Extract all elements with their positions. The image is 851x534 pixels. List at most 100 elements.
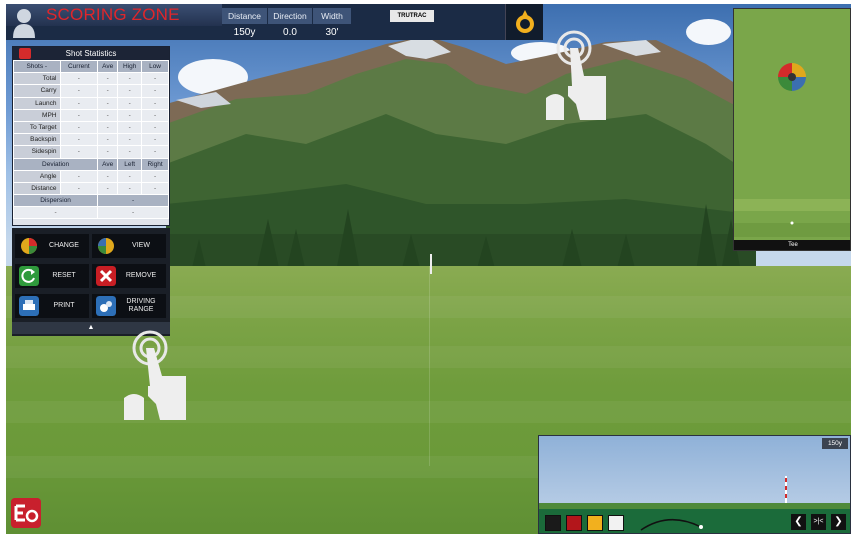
print-button[interactable]: PRINT [15,294,89,318]
row-label: To Target [13,120,61,135]
remove-label: REMOVE [125,272,157,279]
distance-value[interactable]: 150y [222,25,267,41]
control-buttons-panel: CHANGE VIEW RESET REMOVE PRINT DRIVING R… [12,228,170,336]
cell: - [12,206,99,220]
reset-icon [19,266,39,286]
table-row: Carry - - - - [13,84,169,98]
color-swatch-white[interactable] [608,515,624,531]
cell: - [141,120,169,135]
tap-gesture-icon [124,330,186,420]
tap-gesture-icon [546,30,606,120]
color-swatch-red[interactable] [566,515,582,531]
change-button[interactable]: CHANGE [15,234,89,258]
trajectory-panel: 150y ❮ >|< ❯ [538,435,851,534]
cell: - [117,72,143,86]
remove-icon [96,266,116,286]
row-label: Distance [13,181,61,196]
table-row: Launch - - - - [13,96,169,110]
shots-dropdown[interactable]: Shots - [13,59,61,74]
cell: - [59,96,99,110]
minimap-label: Tee [734,240,850,250]
dispersion-header: Dispersion [12,194,99,208]
compass-button[interactable] [505,4,543,40]
col-header: Ave [97,59,119,74]
cell: - [97,169,119,183]
remove-button[interactable]: REMOVE [92,264,166,288]
target-flag-icon [430,254,432,274]
hole-minimap[interactable]: Tee [733,8,851,251]
col-header: Current [59,59,99,74]
stats-title: Shot Statistics [65,49,117,58]
minimap-view [734,9,850,250]
shot-statistics-panel: Shot Statistics Shots - Current Ave High… [12,46,170,226]
row-label: MPH [13,108,61,122]
cell: - [117,84,143,98]
view-label: VIEW [132,242,150,249]
table-row: Angle - - - - [13,169,169,183]
cell: - [117,120,143,135]
table-row: Backspin - - - - [13,133,169,147]
cell: - [59,145,99,159]
cell: - [141,181,169,196]
reset-button[interactable]: RESET [15,264,89,288]
deviation-header: Deviation [12,157,99,171]
row-label: Total [13,72,61,86]
width-value[interactable]: 30' [313,25,351,41]
distance-label: Distance [222,8,267,24]
col-header: Left [117,157,143,171]
view-button[interactable]: VIEW [92,234,166,258]
trutrac-badge: TRUTRAC [390,10,434,22]
cell: - [59,120,99,135]
cell: - [117,181,143,196]
cell: - [97,206,169,220]
stats-header: Shot Statistics [13,47,169,60]
trajectory-distance: 150y [822,438,848,449]
change-icon [21,238,37,254]
cell: - [117,133,143,147]
reset-label: RESET [52,272,76,279]
row-label: Carry [13,84,61,98]
prev-shot-button[interactable]: ❮ [791,514,806,530]
stats-logo-icon [19,48,31,59]
direction-value[interactable]: 0.0 [268,25,312,41]
col-header: Low [141,59,169,74]
top-header-bar: SCORING ZONE Distance Direction Width 15… [6,4,534,40]
e6-logo-icon [11,498,41,528]
print-icon [19,296,39,316]
pin-flag-icon [785,476,787,504]
cell: - [59,84,99,98]
table-row: MPH - - - - [13,108,169,122]
cell: - [117,145,143,159]
cell: - [141,169,169,183]
compass-icon [516,10,534,33]
cell: - [97,96,119,110]
col-header: High [117,59,143,74]
cell: - [141,84,169,98]
row-label: Angle [13,169,61,183]
table-row: Sidespin - - - - [13,145,169,159]
cell: - [141,108,169,122]
cell: - [59,133,99,147]
col-header: Ave [97,157,119,171]
cell: - [59,169,99,183]
view-icon [98,238,114,254]
row-label: Sidespin [13,145,61,159]
cell: - [97,194,169,208]
next-shot-button[interactable]: ❯ [831,514,846,530]
cell: - [97,108,119,122]
cell: - [59,108,99,122]
cell: - [97,145,119,159]
stats-table: Shots - Current Ave High Low Total - - - - C… [12,59,169,220]
cell: - [97,84,119,98]
color-swatch-yellow[interactable] [587,515,603,531]
table-row: Distance - - - - [13,181,169,196]
player-avatar-icon[interactable] [10,6,38,38]
table-row: Total - - - - [13,72,169,86]
color-swatch-black[interactable] [545,515,561,531]
driving-range-button[interactable]: DRIVING RANGE [92,294,166,318]
shot-arc-icon [640,518,703,531]
cell: - [141,96,169,110]
center-view-button[interactable]: >|< [811,514,826,530]
direction-label: Direction [268,8,312,24]
change-label: CHANGE [49,242,79,249]
